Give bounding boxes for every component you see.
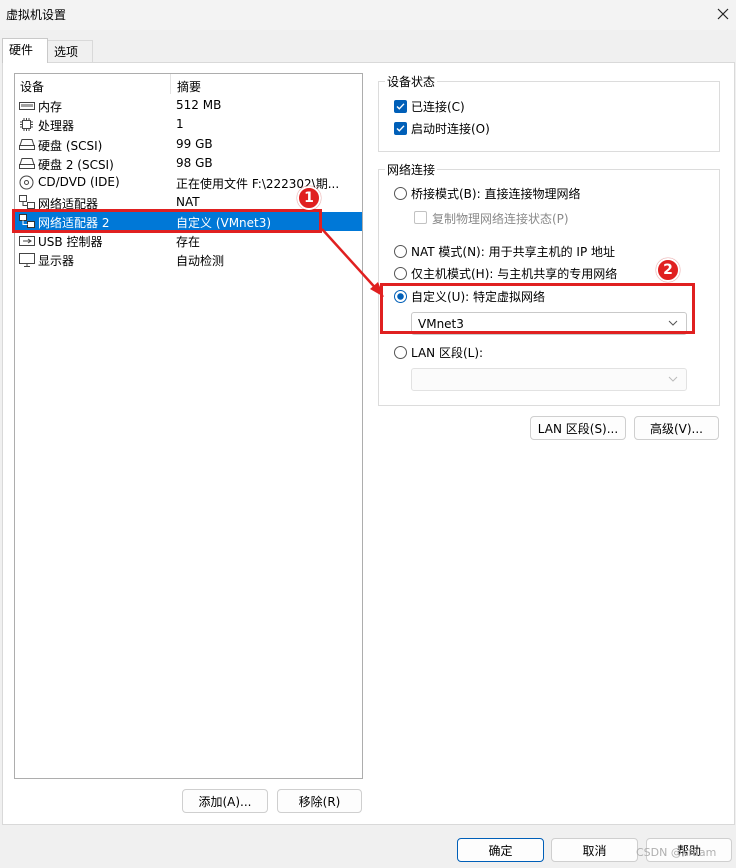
- bridged-radio[interactable]: [394, 187, 407, 200]
- connected-label[interactable]: 已连接(C): [411, 98, 465, 115]
- device-name: CD/DVD (IDE): [38, 175, 120, 190]
- replicate-state-label[interactable]: 复制物理网络连接状态(P): [432, 210, 569, 227]
- nat-label[interactable]: NAT 模式(N): 用于共享主机的 IP 地址: [411, 243, 615, 260]
- network-connection-title: 网络连接: [385, 161, 438, 178]
- device-name: 硬盘 2 (SCSI): [38, 157, 114, 172]
- column-header-summary[interactable]: 摘要: [177, 78, 201, 95]
- disk-icon: [18, 156, 35, 171]
- lan-segment-radio[interactable]: [394, 346, 407, 359]
- device-summary: 98 GB: [176, 155, 213, 170]
- device-name: USB 控制器: [38, 235, 103, 250]
- device-row-memory[interactable]: 内存 512 MB: [15, 96, 362, 115]
- watermark: CSDN @kfaam: [636, 846, 717, 859]
- annotation-badge-1: 1: [297, 186, 321, 210]
- title-bar: [0, 0, 736, 30]
- annotation-arrow: [321, 228, 384, 297]
- device-summary: 99 GB: [176, 136, 213, 151]
- network-icon: [18, 195, 35, 210]
- annotation-badge-2: 2: [656, 258, 680, 282]
- checkmark-icon: [396, 125, 405, 132]
- lan-segment-select[interactable]: [411, 368, 687, 391]
- annotation-highlight-custom: [380, 283, 695, 334]
- connected-checkbox[interactable]: [394, 100, 407, 113]
- disk-icon: [18, 137, 35, 152]
- device-row-usb-controller[interactable]: USB 控制器 存在: [15, 231, 362, 250]
- add-device-button[interactable]: 添加(A)...: [182, 789, 268, 813]
- device-status-group: [378, 81, 720, 152]
- column-divider[interactable]: [170, 74, 171, 94]
- host-only-radio[interactable]: [394, 267, 407, 280]
- usb-icon: [18, 233, 35, 248]
- lan-segment-label[interactable]: LAN 区段(L):: [411, 344, 483, 361]
- cancel-button[interactable]: 取消: [551, 838, 638, 862]
- window-title: 虚拟机设置: [6, 8, 67, 22]
- annotation-highlight-adapter: [12, 209, 322, 233]
- advanced-button[interactable]: 高级(V)...: [634, 416, 719, 440]
- checkmark-icon: [396, 103, 405, 110]
- tab-options[interactable]: 选项: [47, 40, 93, 62]
- device-row-processor[interactable]: 处理器 1: [15, 115, 362, 134]
- device-summary: 512 MB: [176, 98, 222, 112]
- connect-at-power-on-checkbox[interactable]: [394, 122, 407, 135]
- device-name: 内存: [38, 100, 63, 114]
- close-icon: [717, 8, 729, 20]
- bridged-label[interactable]: 桥接模式(B): 直接连接物理网络: [411, 185, 580, 202]
- column-header-device[interactable]: 设备: [20, 78, 44, 95]
- device-row-display[interactable]: 显示器 自动检测: [15, 250, 362, 269]
- device-name: 硬盘 (SCSI): [38, 138, 103, 153]
- cd-icon: [18, 175, 35, 190]
- device-row-disk-1[interactable]: 硬盘 (SCSI) 99 GB: [15, 135, 362, 154]
- remove-device-button[interactable]: 移除(R): [277, 789, 362, 813]
- device-name: 处理器: [38, 119, 75, 134]
- nat-radio[interactable]: [394, 245, 407, 258]
- cpu-icon: [18, 117, 35, 132]
- host-only-label[interactable]: 仅主机模式(H): 与主机共享的专用网络: [411, 265, 617, 282]
- memory-icon: [18, 98, 35, 113]
- replicate-state-checkbox[interactable]: [414, 211, 427, 224]
- device-summary: 1: [176, 117, 184, 132]
- device-status-title: 设备状态: [385, 73, 438, 90]
- device-summary: 自动检测: [176, 254, 225, 269]
- chevron-down-icon: [668, 376, 678, 382]
- connect-at-power-on-label[interactable]: 启动时连接(O): [411, 120, 490, 137]
- ok-button[interactable]: 确定: [457, 838, 544, 862]
- device-name: 显示器: [38, 254, 75, 269]
- device-summary: 存在: [176, 235, 201, 250]
- device-row-disk-2[interactable]: 硬盘 2 (SCSI) 98 GB: [15, 154, 362, 173]
- device-summary: NAT: [176, 194, 200, 209]
- close-button[interactable]: [712, 3, 734, 25]
- tab-hardware[interactable]: 硬件: [2, 38, 48, 63]
- lan-segments-button[interactable]: LAN 区段(S)...: [530, 416, 626, 440]
- monitor-icon: [18, 252, 35, 267]
